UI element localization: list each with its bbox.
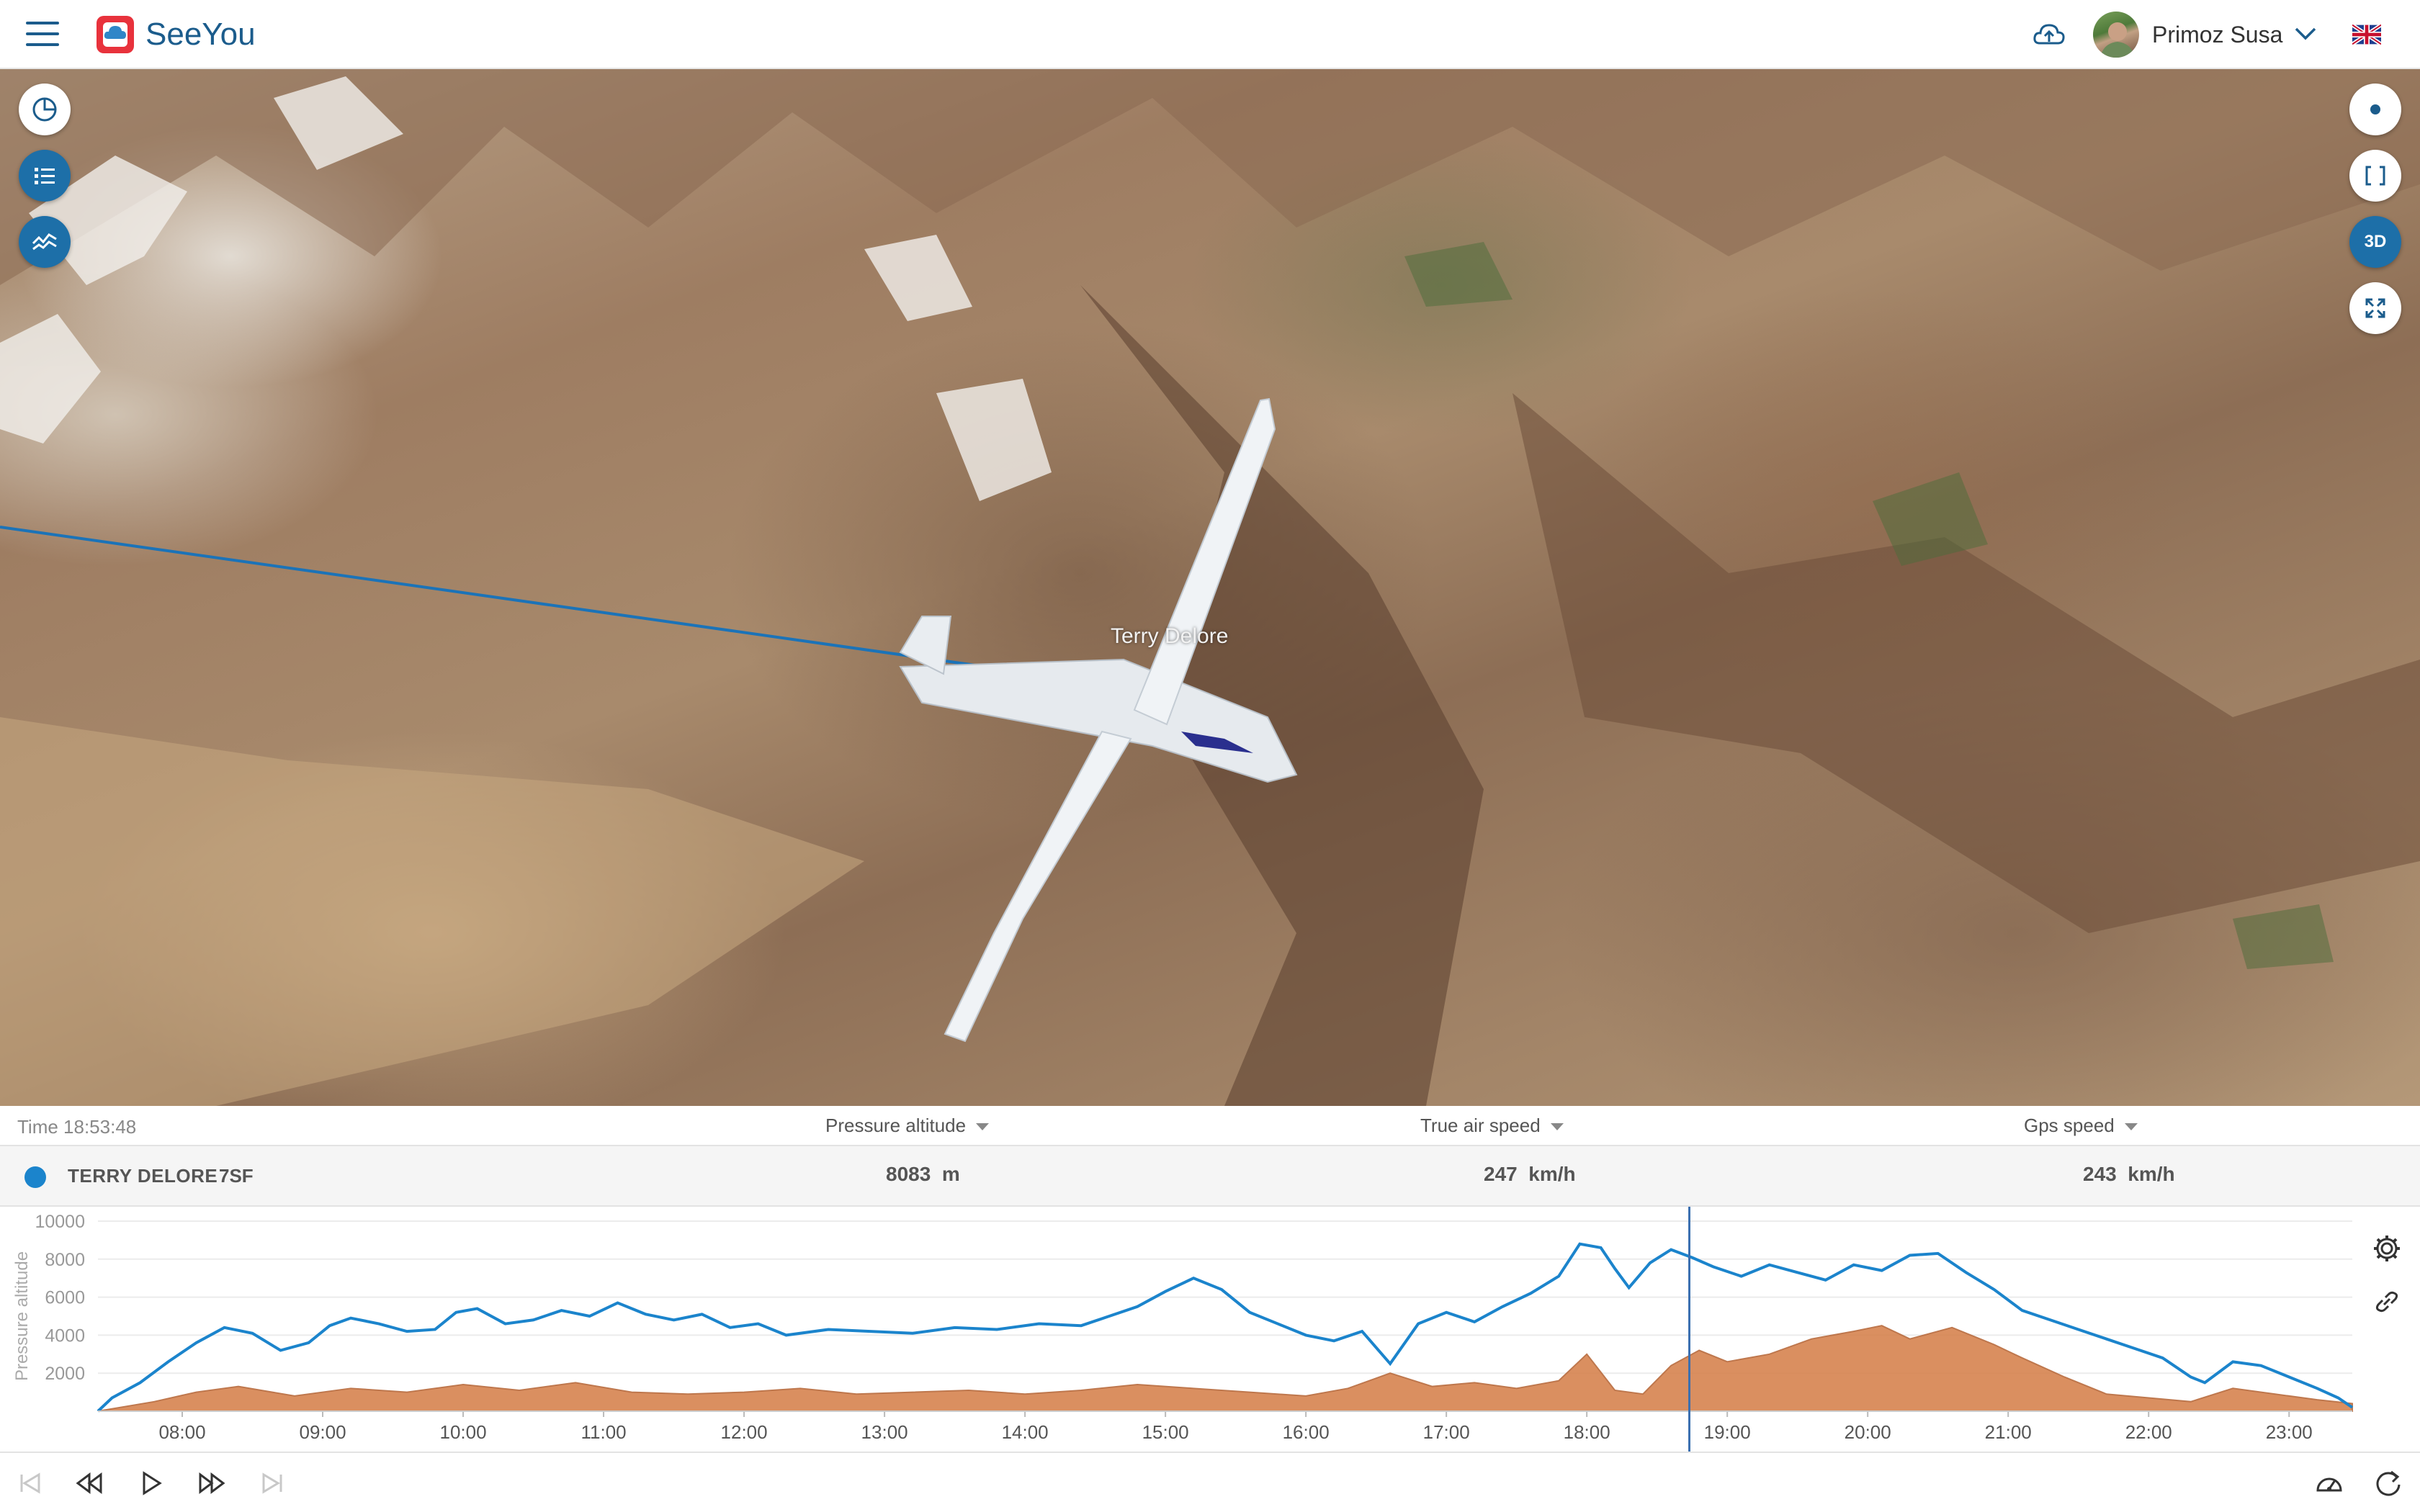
x-tick-label: 13:00	[861, 1421, 908, 1443]
center-button[interactable]	[2349, 84, 2401, 135]
x-tick-label: 11:00	[581, 1421, 626, 1443]
frame-button[interactable]	[2349, 150, 2401, 202]
x-tick-label: 12:00	[721, 1421, 768, 1443]
x-tick-label: 18:00	[1564, 1421, 1610, 1443]
3d-terrain-map[interactable]: Terry Delore 3D	[0, 69, 2420, 1106]
3d-button[interactable]: 3D	[2349, 216, 2401, 268]
column-label: Pressure altitude	[825, 1115, 967, 1136]
rewind-icon[interactable]	[73, 1467, 105, 1499]
column-label: Gps speed	[2024, 1115, 2115, 1136]
x-tick-label: 09:00	[299, 1421, 346, 1443]
x-tick-label: 16:00	[1283, 1421, 1330, 1443]
pilot-registration: 7SF	[219, 1165, 254, 1187]
cloud-upload-icon[interactable]	[2033, 19, 2066, 49]
speed-gauge-icon[interactable]	[2313, 1467, 2345, 1499]
x-tick-label: 10:00	[440, 1421, 487, 1443]
chart-toggle-button[interactable]	[19, 216, 71, 268]
info-header-row: Time 18:53:48 Pressure altitude True air…	[0, 1106, 2420, 1146]
logo-cloud-icon	[104, 26, 126, 39]
x-tick-label: 22:00	[2125, 1421, 2172, 1443]
y-tick-label: 10000	[35, 1212, 85, 1232]
altitude-chart[interactable]: 2000 4000 6000 8000 10000 Pressure altitude 08…	[0, 1207, 2420, 1452]
center-dot-icon	[2370, 104, 2380, 114]
skip-to-start-icon[interactable]	[14, 1467, 46, 1499]
x-tick-label: 20:00	[1845, 1421, 1891, 1443]
altitude-chart-svg[interactable]: 2000 4000 6000 8000 10000Pressure altitude 08…	[0, 1207, 2420, 1452]
y-tick-label: 6000	[45, 1288, 85, 1308]
app-name[interactable]: SeeYou	[145, 14, 256, 55]
gps-speed-value: 243 km/h	[2083, 1163, 2175, 1185]
glider-model	[899, 397, 1298, 1043]
avatar[interactable]	[2093, 12, 2139, 58]
chevron-down-icon[interactable]	[2293, 24, 2318, 43]
list-button[interactable]	[19, 150, 71, 202]
flight-track	[0, 397, 1298, 1043]
y-tick-label: 8000	[45, 1250, 85, 1270]
menu-icon[interactable]	[26, 22, 59, 46]
pilot-name: TERRY DELORE	[68, 1165, 218, 1187]
uk-flag-icon[interactable]	[2352, 24, 2381, 45]
x-tick-label: 17:00	[1423, 1421, 1470, 1443]
column-label: True air speed	[1420, 1115, 1541, 1136]
pilot-color-dot	[24, 1166, 46, 1188]
link-icon[interactable]	[2370, 1284, 2404, 1319]
x-tick-label: 19:00	[1704, 1421, 1751, 1443]
list-icon	[35, 168, 55, 184]
playback-bar	[0, 1452, 2420, 1512]
pressure-altitude-value: 8083 m	[886, 1163, 960, 1185]
settings-gear-icon[interactable]	[2370, 1231, 2404, 1266]
y-tick-label: 4000	[45, 1326, 85, 1346]
glider-label[interactable]: Terry Delore	[1111, 624, 1228, 649]
terrain-area	[97, 1325, 2353, 1412]
top-app-bar: SeeYou Primoz Susa	[0, 0, 2420, 69]
caret-down-icon	[1550, 1123, 1564, 1131]
x-tick-label: 08:00	[158, 1421, 205, 1443]
x-tick-label: 14:00	[1002, 1421, 1049, 1443]
chart-toggle-icon	[32, 233, 57, 251]
skip-to-end-icon[interactable]	[256, 1467, 288, 1499]
pilot-row[interactable]: TERRY DELORE 7SF 8083 m 247 km/h 243 km/…	[0, 1146, 2420, 1207]
statistics-button[interactable]	[19, 84, 71, 135]
caret-down-icon	[976, 1123, 990, 1131]
x-tick-label: 15:00	[1142, 1421, 1189, 1443]
column-select-true-air-speed[interactable]: True air speed	[1420, 1113, 1564, 1138]
x-tick-label: 21:00	[1985, 1421, 2032, 1443]
3d-label: 3D	[2364, 232, 2387, 251]
fast-forward-icon[interactable]	[196, 1467, 228, 1499]
y-tick-label: 2000	[45, 1364, 85, 1384]
frame-icon	[2365, 166, 2385, 186]
user-name[interactable]: Primoz Susa	[2152, 20, 2282, 49]
caret-down-icon	[2124, 1123, 2138, 1131]
play-icon[interactable]	[135, 1467, 167, 1499]
true-air-speed-value: 247 km/h	[1484, 1163, 1576, 1185]
time-label: Time 18:53:48	[17, 1116, 137, 1138]
statistics-icon	[32, 97, 57, 122]
y-axis-title: Pressure altitude	[12, 1251, 32, 1381]
column-select-gps-speed[interactable]: Gps speed	[2024, 1113, 2138, 1138]
x-tick-label: 23:00	[2266, 1421, 2313, 1443]
fullscreen-icon	[2365, 298, 2385, 318]
refresh-icon[interactable]	[2372, 1467, 2404, 1499]
fullscreen-button[interactable]	[2349, 282, 2401, 334]
column-select-pressure-altitude[interactable]: Pressure altitude	[825, 1113, 990, 1138]
